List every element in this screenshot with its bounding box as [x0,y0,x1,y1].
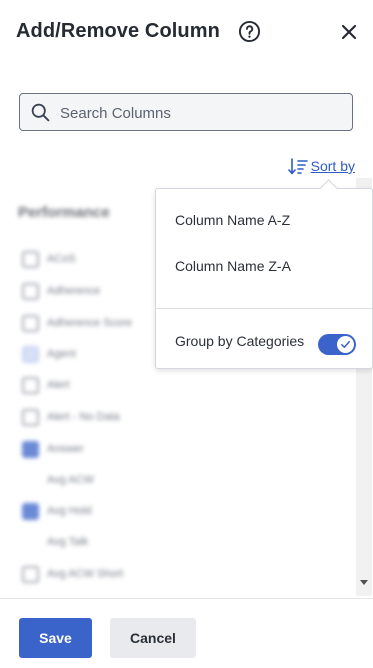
column-option[interactable]: Alert - No Data [22,407,120,427]
column-label: Answer [47,443,84,455]
sort-menu: Column Name A-Z Column Name Z-A Group by… [155,179,373,369]
category-heading: Performance [18,204,110,221]
column-option[interactable]: Agent [22,344,76,364]
checkbox[interactable] [22,250,39,268]
column-option[interactable]: Alert [22,375,70,395]
column-option[interactable]: Avg Hold [22,501,91,521]
column-option[interactable]: ACoS [22,249,76,269]
column-label: Agent [47,348,76,360]
scroll-down-arrow-icon[interactable] [360,580,368,585]
sort-by-button[interactable]: Sort by [287,156,355,176]
dialog-header: Add/Remove Column [16,16,359,48]
menu-pointer [319,179,338,198]
checkbox[interactable] [22,376,39,394]
checkbox[interactable] [22,440,39,458]
column-label: ACoS [47,253,76,265]
checkbox[interactable] [22,345,39,363]
column-label: Avg ACW Short [47,568,124,580]
column-option[interactable]: Avg ACW Short [22,564,123,584]
check-icon [341,340,350,349]
column-option[interactable]: Adherence [22,281,100,301]
close-icon[interactable] [341,24,357,40]
sort-option-az[interactable]: Column Name A-Z [175,212,290,228]
dialog-title: Add/Remove Column [16,20,220,42]
checkbox[interactable] [22,408,39,426]
search-icon [31,103,50,122]
column-option[interactable]: Avg Talk [22,532,88,552]
group-by-toggle[interactable] [318,334,356,355]
checkbox[interactable] [22,314,39,332]
column-label: Avg Talk [47,536,89,548]
sort-by-label: Sort by [310,158,355,174]
search-box [19,93,353,132]
column-label: Adherence [47,285,101,297]
checkbox[interactable] [22,472,39,489]
group-by-label: Group by Categories [175,333,305,349]
cancel-button[interactable]: Cancel [110,618,196,658]
column-option[interactable]: Adherence Score [22,313,132,333]
column-label: Alert [47,379,70,391]
checkbox[interactable] [22,565,39,583]
toggle-knob [337,336,354,353]
footer-divider [0,598,373,599]
checkbox[interactable] [22,502,39,520]
column-option[interactable]: Avg ACW [22,470,94,490]
menu-divider [156,308,372,309]
checkbox[interactable] [22,534,39,551]
help-icon[interactable] [238,20,261,43]
checkbox[interactable] [22,282,39,300]
column-label: Avg ACW [47,474,94,486]
sort-icon [287,157,308,174]
column-label: Adherence Score [47,317,132,329]
column-option[interactable]: Answer [22,439,84,459]
save-button[interactable]: Save [19,618,92,658]
column-label: Avg Hold [47,505,92,517]
search-input[interactable] [58,94,347,132]
sort-option-za[interactable]: Column Name Z-A [175,258,291,274]
column-label: Alert - No Data [47,411,120,423]
